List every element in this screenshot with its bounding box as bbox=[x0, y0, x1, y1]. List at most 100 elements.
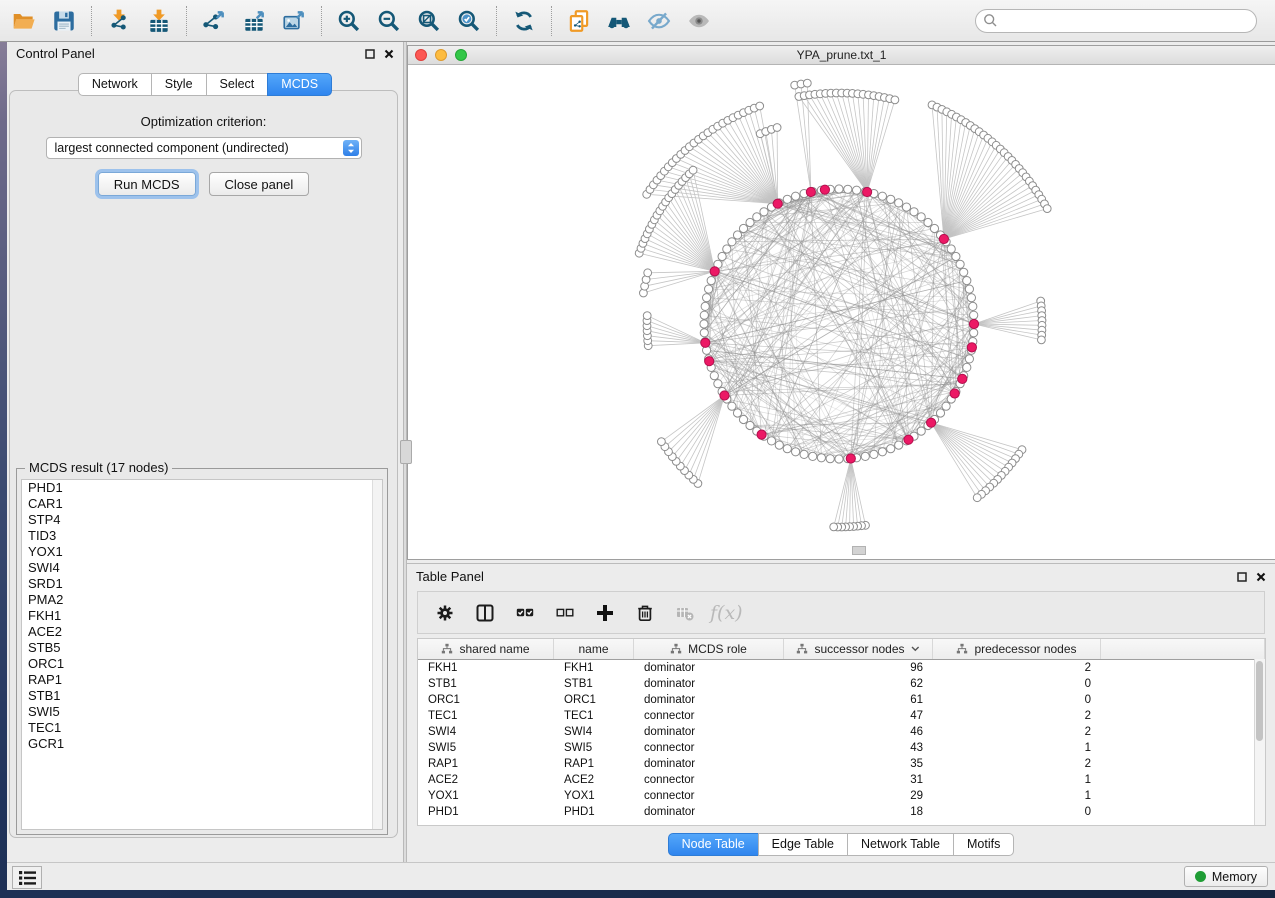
column-header-successor-nodes[interactable]: successor nodes bbox=[784, 639, 933, 659]
zoom-in-button[interactable] bbox=[329, 4, 369, 38]
maximize-window-icon[interactable] bbox=[455, 49, 467, 61]
toolbar-separator bbox=[91, 6, 92, 36]
table-row[interactable]: SWI4SWI4dominator462 bbox=[418, 724, 1265, 740]
open-file-button[interactable] bbox=[4, 4, 44, 38]
import-network-button[interactable] bbox=[99, 4, 139, 38]
mcds-result-item[interactable]: SWI5 bbox=[22, 704, 382, 720]
export-table-button[interactable] bbox=[234, 4, 274, 38]
tab-style[interactable]: Style bbox=[151, 73, 207, 96]
table-settings-button[interactable] bbox=[436, 604, 454, 622]
tab-select[interactable]: Select bbox=[206, 73, 269, 96]
column-header-predecessor-nodes[interactable]: predecessor nodes bbox=[933, 639, 1101, 659]
network-resize-handle[interactable] bbox=[852, 546, 866, 555]
search-input[interactable] bbox=[975, 9, 1257, 33]
mcds-result-item[interactable]: PHD1 bbox=[22, 480, 382, 496]
mcds-result-item[interactable]: ACE2 bbox=[22, 624, 382, 640]
minimize-window-icon[interactable] bbox=[435, 49, 447, 61]
tab-mcds[interactable]: MCDS bbox=[267, 73, 332, 96]
delete-column-button[interactable] bbox=[636, 604, 654, 622]
mcds-result-item[interactable]: YOX1 bbox=[22, 544, 382, 560]
tab-network[interactable]: Network bbox=[78, 73, 152, 96]
hide-selected-button[interactable] bbox=[639, 4, 679, 38]
clone-network-button[interactable] bbox=[559, 4, 599, 38]
tab-motifs[interactable]: Motifs bbox=[953, 833, 1014, 856]
table-row[interactable]: PHD1PHD1dominator180 bbox=[418, 804, 1265, 820]
cell-predecessor-nodes: 0 bbox=[933, 694, 1101, 706]
result-list-scrollbar[interactable] bbox=[372, 480, 382, 829]
cell-mcds-role: dominator bbox=[634, 662, 784, 674]
table-row[interactable]: ACE2ACE2connector311 bbox=[418, 772, 1265, 788]
zoom-selected-button[interactable] bbox=[449, 4, 489, 38]
close-table-panel-icon[interactable] bbox=[1256, 572, 1266, 582]
network-window-titlebar[interactable]: YPA_prune.txt_1 bbox=[408, 46, 1275, 65]
float-table-panel-icon[interactable] bbox=[1237, 572, 1247, 582]
select-all-button[interactable] bbox=[516, 604, 534, 622]
mcds-result-item[interactable]: TID3 bbox=[22, 528, 382, 544]
float-panel-icon[interactable] bbox=[365, 49, 375, 59]
create-column-button[interactable] bbox=[596, 604, 614, 622]
refresh-layout-button[interactable] bbox=[504, 4, 544, 38]
close-panel-icon[interactable] bbox=[384, 49, 394, 59]
mcds-result-item[interactable]: SRD1 bbox=[22, 576, 382, 592]
close-window-icon[interactable] bbox=[415, 49, 427, 61]
network-canvas[interactable] bbox=[408, 65, 1274, 559]
first-neighbors-button[interactable] bbox=[599, 4, 639, 38]
save-session-button[interactable] bbox=[44, 4, 84, 38]
table-scrollbar[interactable] bbox=[1254, 659, 1265, 825]
mcds-result-item[interactable]: TEC1 bbox=[22, 720, 382, 736]
tab-network-table[interactable]: Network Table bbox=[847, 833, 954, 856]
node-table-header: shared namenameMCDS rolesuccessor nodesp… bbox=[418, 639, 1265, 660]
mcds-result-title: MCDS result (17 nodes) bbox=[25, 460, 172, 475]
export-image-button[interactable] bbox=[274, 4, 314, 38]
cell-predecessor-nodes: 2 bbox=[933, 662, 1101, 674]
panel-splitter[interactable] bbox=[403, 41, 407, 862]
table-row[interactable]: ORC1ORC1dominator610 bbox=[418, 692, 1265, 708]
optimization-criterion-label: Optimization criterion: bbox=[10, 114, 397, 129]
mcds-result-item[interactable]: ORC1 bbox=[22, 656, 382, 672]
splitter-handle[interactable] bbox=[400, 440, 412, 464]
show-column-button[interactable] bbox=[476, 604, 494, 622]
deselect-all-button[interactable] bbox=[556, 604, 574, 622]
first-neighbors-icon bbox=[606, 8, 632, 34]
table-row[interactable]: SWI5SWI5connector431 bbox=[418, 740, 1265, 756]
cell-name: SWI5 bbox=[554, 742, 634, 754]
criterion-selected-value: largest connected component (undirected) bbox=[55, 141, 289, 155]
mcds-result-item[interactable]: GCR1 bbox=[22, 736, 382, 752]
table-row[interactable]: YOX1YOX1connector291 bbox=[418, 788, 1265, 804]
mcds-result-item[interactable]: STP4 bbox=[22, 512, 382, 528]
column-header-mcds-role[interactable]: MCDS role bbox=[634, 639, 784, 659]
optimization-criterion-select[interactable]: largest connected component (undirected) bbox=[46, 137, 362, 159]
import-table-button[interactable] bbox=[139, 4, 179, 38]
shared-column-icon bbox=[670, 643, 682, 655]
zoom-out-button[interactable] bbox=[369, 4, 409, 38]
zoom-fit-button[interactable] bbox=[409, 4, 449, 38]
table-row[interactable]: FKH1FKH1dominator962 bbox=[418, 660, 1265, 676]
mcds-result-item[interactable]: CAR1 bbox=[22, 496, 382, 512]
column-header-name[interactable]: name bbox=[554, 639, 634, 659]
memory-button[interactable]: Memory bbox=[1184, 866, 1268, 887]
tab-node-table[interactable]: Node Table bbox=[668, 833, 759, 856]
table-row[interactable]: TEC1TEC1connector472 bbox=[418, 708, 1265, 724]
mcds-result-item[interactable]: FKH1 bbox=[22, 608, 382, 624]
table-row[interactable]: RAP1RAP1dominator352 bbox=[418, 756, 1265, 772]
column-header-shared-name[interactable]: shared name bbox=[418, 639, 554, 659]
table-scrollbar-thumb[interactable] bbox=[1256, 661, 1263, 741]
import-table-icon bbox=[146, 8, 172, 34]
cell-successor-nodes: 35 bbox=[784, 758, 933, 770]
mcds-result-item[interactable]: PMA2 bbox=[22, 592, 382, 608]
clone-network-icon bbox=[566, 8, 592, 34]
export-network-button[interactable] bbox=[194, 4, 234, 38]
mcds-result-item[interactable]: RAP1 bbox=[22, 672, 382, 688]
task-history-button[interactable] bbox=[12, 866, 42, 889]
cell-shared-name: TEC1 bbox=[418, 710, 554, 722]
mcds-result-item[interactable]: STB5 bbox=[22, 640, 382, 656]
mcds-result-item[interactable]: SWI4 bbox=[22, 560, 382, 576]
zoom-fit-icon bbox=[416, 8, 442, 34]
show-all-button[interactable] bbox=[679, 4, 719, 38]
cell-shared-name: YOX1 bbox=[418, 790, 554, 802]
mcds-result-item[interactable]: STB1 bbox=[22, 688, 382, 704]
close-panel-button[interactable]: Close panel bbox=[209, 172, 310, 196]
run-mcds-button[interactable]: Run MCDS bbox=[98, 172, 196, 196]
table-row[interactable]: STB1STB1dominator620 bbox=[418, 676, 1265, 692]
tab-edge-table[interactable]: Edge Table bbox=[758, 833, 848, 856]
